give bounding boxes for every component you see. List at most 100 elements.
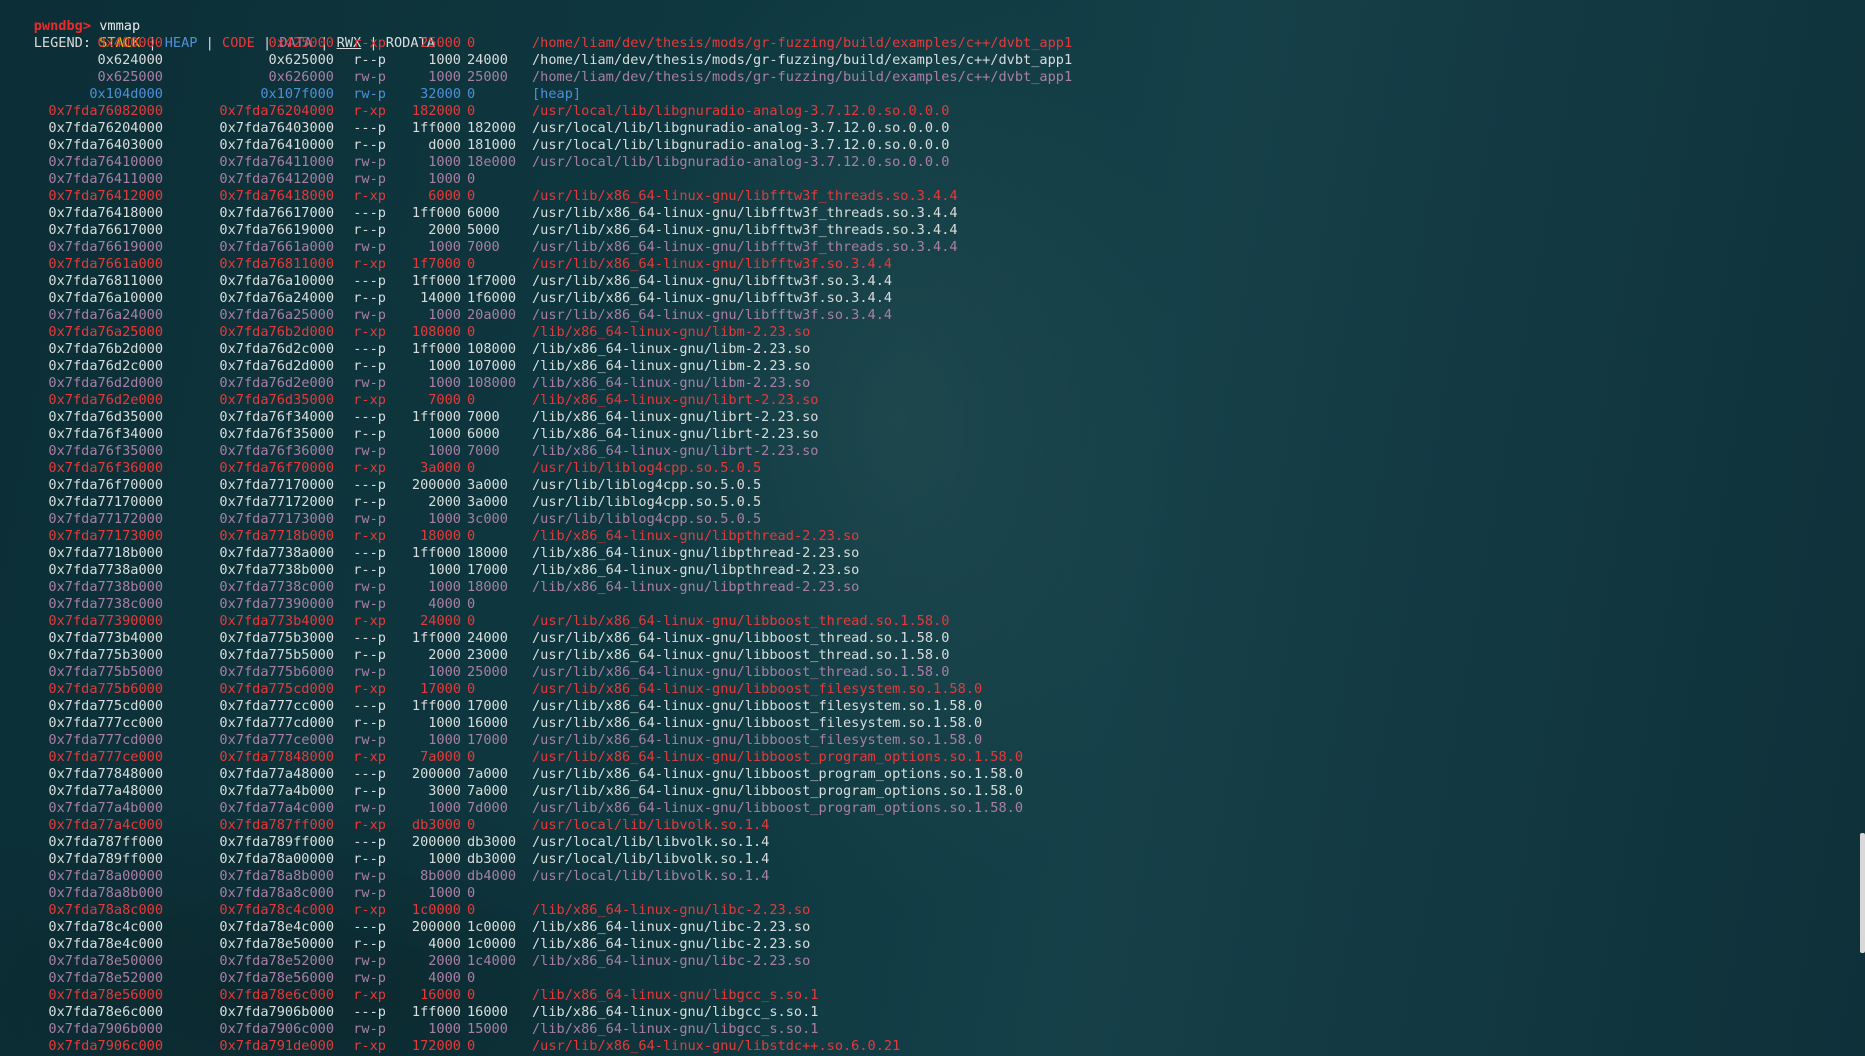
row-start-address: 0x7fda7906b000	[48, 1021, 163, 1037]
row-size: 1000	[428, 715, 461, 731]
row-start-address: 0x7fda78e56000	[48, 987, 163, 1003]
row-permissions: ---p	[353, 766, 386, 782]
vmmap-row: 0x7fda777cc000 0x7fda777cd000 r--p 1000 1600…	[1, 715, 1851, 732]
scrollbar-thumb[interactable]	[1860, 833, 1865, 953]
row-start-address: 0x7fda777cd000	[48, 732, 163, 748]
row-offset: 25000	[467, 664, 508, 680]
row-permissions: r--p	[353, 647, 386, 663]
row-path: /usr/local/lib/libgnuradio-analog-3.7.12…	[532, 103, 950, 119]
row-path: /lib/x86_64-linux-gnu/libgcc_s.so.1	[532, 1004, 819, 1020]
row-size: 1ff000	[411, 545, 461, 561]
vmmap-row: 0x7fda77172000 0x7fda77173000 rw-p 1000 3c00…	[1, 511, 1851, 528]
row-end-address: 0x7fda78e4c000	[219, 919, 334, 935]
row-permissions: rw-p	[353, 69, 386, 85]
row-permissions: r--p	[353, 936, 386, 952]
vmmap-row: 0x7fda777ce000 0x7fda77848000 r-xp 7a000 0/u…	[1, 749, 1851, 766]
vmmap-row: 0x624000 0x625000 r--p 1000 24000/home/liam/…	[1, 52, 1851, 69]
row-size: 200000	[411, 477, 461, 493]
row-size: 1000	[428, 154, 461, 170]
row-path: /usr/lib/x86_64-linux-gnu/libboost_progr…	[532, 749, 1024, 765]
row-path: /usr/lib/x86_64-linux-gnu/libfftw3f.so.3…	[532, 273, 893, 289]
row-end-address: 0x625000	[268, 52, 334, 68]
row-offset: 0	[467, 817, 476, 833]
vmmap-row: 0x7fda78e52000 0x7fda78e56000 rw-p 4000 0	[1, 970, 1851, 987]
vmmap-row: 0x7fda76d2d000 0x7fda76d2e000 rw-p 1000 1080…	[1, 375, 1851, 392]
row-offset: db4000	[467, 868, 517, 884]
row-offset: 1c0000	[467, 936, 517, 952]
row-permissions: rw-p	[353, 579, 386, 595]
row-permissions: rw-p	[353, 1021, 386, 1037]
row-start-address: 0x7fda76b2d000	[48, 341, 163, 357]
row-size: 108000	[411, 324, 461, 340]
row-path: /usr/local/lib/libvolk.so.1.4	[532, 868, 770, 884]
row-permissions: rw-p	[353, 970, 386, 986]
row-end-address: 0x7fda76204000	[219, 103, 334, 119]
row-path: /usr/lib/x86_64-linux-gnu/libboost_files…	[532, 698, 983, 714]
row-end-address: 0x425000	[268, 35, 334, 51]
row-path: /usr/lib/x86_64-linux-gnu/libfftw3f_thre…	[532, 188, 958, 204]
vmmap-row: 0x7fda77a4b000 0x7fda77a4c000 rw-p 1000 7d00…	[1, 800, 1851, 817]
row-size: 4000	[428, 596, 461, 612]
row-size: 1000	[428, 562, 461, 578]
row-offset: 3c000	[467, 511, 508, 527]
row-size: 1000	[428, 732, 461, 748]
row-size: 1000	[428, 851, 461, 867]
row-path: /usr/lib/x86_64-linux-gnu/libboost_progr…	[532, 783, 1024, 799]
row-path: /usr/lib/x86_64-linux-gnu/libfftw3f.so.3…	[532, 290, 893, 306]
row-start-address: 0x7fda76418000	[48, 205, 163, 221]
row-start-address: 0x7fda77390000	[48, 613, 163, 629]
vmmap-row: 0x625000 0x626000 rw-p 1000 25000/home/liam/…	[1, 69, 1851, 86]
row-start-address: 0x7fda78c4c000	[48, 919, 163, 935]
row-offset: 7d000	[467, 800, 508, 816]
row-path: /usr/lib/liblog4cpp.so.5.0.5	[532, 494, 762, 510]
row-permissions: r--p	[353, 137, 386, 153]
row-permissions: ---p	[353, 205, 386, 221]
row-permissions: ---p	[353, 698, 386, 714]
row-end-address: 0x7fda77a4b000	[219, 783, 334, 799]
row-size: 2000	[428, 494, 461, 510]
row-offset: 17000	[467, 698, 508, 714]
row-offset: 0	[467, 256, 476, 272]
row-end-address: 0x7fda78e56000	[219, 970, 334, 986]
vmmap-row: 0x7fda77173000 0x7fda7718b000 r-xp 18000 0/l…	[1, 528, 1851, 545]
row-offset: 18000	[467, 545, 508, 561]
row-permissions: r-xp	[353, 987, 386, 1003]
row-size: 1ff000	[411, 630, 461, 646]
row-end-address: 0x7fda777cc000	[219, 698, 334, 714]
row-end-address: 0x7fda789ff000	[219, 834, 334, 850]
row-size: 1ff000	[411, 341, 461, 357]
row-permissions: rw-p	[353, 664, 386, 680]
row-end-address: 0x7fda77173000	[219, 511, 334, 527]
row-end-address: 0x7fda76f35000	[219, 426, 334, 442]
vmmap-row: 0x7fda7906c000 0x7fda791de000 r-xp 172000 0 /…	[1, 1038, 1851, 1055]
row-size: 1000	[428, 52, 461, 68]
row-size: db3000	[411, 817, 461, 833]
row-size: 25000	[420, 35, 461, 51]
row-size: 8b000	[420, 868, 461, 884]
row-end-address: 0x7fda76d35000	[219, 392, 334, 408]
row-size: 172000	[411, 1038, 461, 1054]
row-permissions: ---p	[353, 919, 386, 935]
row-size: 1ff000	[411, 205, 461, 221]
row-start-address: 0x7fda78a8b000	[48, 885, 163, 901]
row-permissions: r--p	[353, 783, 386, 799]
vmmap-row: 0x7fda7718b000 0x7fda7738a000 ---p 1ff000 18…	[1, 545, 1851, 562]
row-offset: 18e000	[467, 154, 517, 170]
row-end-address: 0x7fda775cd000	[219, 681, 334, 697]
row-permissions: ---p	[353, 1004, 386, 1020]
row-permissions: ---p	[353, 341, 386, 357]
row-permissions: rw-p	[353, 800, 386, 816]
row-start-address: 0x104d000	[89, 86, 163, 102]
vmmap-row: 0x7fda78e6c000 0x7fda7906b000 ---p 1ff000 16…	[1, 1004, 1851, 1021]
terminal-window[interactable]: pwndbg> vmmap LEGEND: STACK | HEAP | COD…	[1, 1, 1851, 1055]
row-permissions: ---p	[353, 477, 386, 493]
row-size: 200000	[411, 834, 461, 850]
row-offset: db3000	[467, 851, 517, 867]
row-size: 200000	[411, 919, 461, 935]
row-permissions: r--p	[353, 494, 386, 510]
row-path: /home/liam/dev/thesis/mods/gr-fuzzing/bu…	[532, 52, 1073, 68]
row-path: /lib/x86_64-linux-gnu/libm-2.23.so	[532, 358, 811, 374]
row-path: /usr/local/lib/libvolk.so.1.4	[532, 851, 770, 867]
row-path: /usr/lib/liblog4cpp.so.5.0.5	[532, 477, 762, 493]
row-offset: 7000	[467, 443, 500, 459]
